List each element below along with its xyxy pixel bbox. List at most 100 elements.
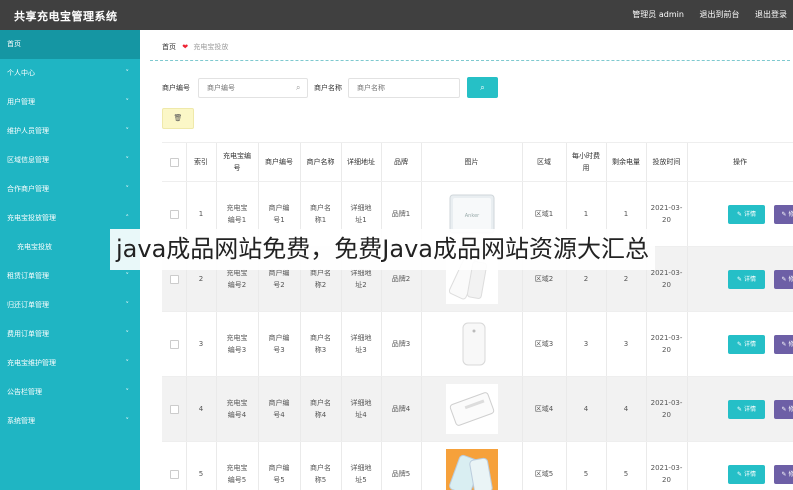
merchant-name-input[interactable]	[348, 78, 460, 98]
column-divider	[687, 312, 688, 376]
column-divider	[381, 312, 382, 376]
header-cell-label: 索引	[194, 158, 208, 166]
table-cell: 3	[606, 312, 646, 376]
sidebar-item[interactable]: 个人中心 ˅	[0, 59, 140, 88]
column-divider	[687, 377, 688, 441]
cell-merchant-name: 商户名称2	[310, 269, 331, 289]
edit-button[interactable]: ✎ 修改	[774, 205, 793, 224]
column-divider	[300, 312, 301, 376]
table-cell: 充电宝编号5	[216, 442, 258, 490]
table-cell: 详细地址3	[341, 312, 381, 376]
header-cell-label: 每小时费用	[572, 152, 600, 172]
cell-time: 2021-03-20	[650, 204, 683, 224]
trash-icon: 🗑	[173, 114, 183, 122]
logout-link[interactable]: 退出登录	[755, 10, 787, 19]
cell-code: 充电宝编号1	[226, 204, 248, 224]
column-divider	[687, 442, 688, 490]
edit-button[interactable]: ✎ 修改	[774, 335, 793, 354]
search-icon: ⌕	[296, 83, 301, 92]
table-cell: 4	[186, 377, 216, 441]
sidebar-item[interactable]: 用户管理 ˅	[0, 88, 140, 117]
table-cell: 区域4	[522, 377, 566, 441]
detail-button[interactable]: ✎ 详情	[728, 465, 765, 484]
header-cell: 品牌	[381, 143, 421, 181]
column-divider	[258, 442, 259, 490]
column-divider	[381, 377, 382, 441]
cell-address: 详细地址2	[350, 269, 372, 289]
cell-region: 区域4	[534, 405, 554, 413]
column-divider	[300, 442, 301, 490]
cell-index: 5	[198, 470, 204, 478]
row-checkbox[interactable]	[169, 404, 179, 414]
sidebar-item[interactable]: 充电宝维护管理 ˅	[0, 349, 140, 378]
table-cell: 商户编号4	[258, 377, 300, 441]
cell-battery: 2	[623, 275, 629, 283]
chevron-down-icon: ˅	[125, 69, 130, 77]
table-cell: 品牌3	[381, 312, 421, 376]
sidebar-item[interactable]: 费用订单管理 ˅	[0, 320, 140, 349]
exit-to-front-link[interactable]: 退出到前台	[699, 10, 739, 19]
row-checkbox[interactable]	[169, 209, 179, 219]
admin-user-link[interactable]: 管理员 admin	[632, 10, 684, 19]
column-divider	[341, 377, 342, 441]
column-divider	[522, 143, 523, 181]
column-divider	[216, 312, 217, 376]
breadcrumb-home[interactable]: 首页	[162, 43, 176, 51]
cell-fee: 5	[583, 470, 589, 478]
cell-region: 区域5	[534, 470, 554, 478]
power-bank-image	[445, 449, 498, 490]
sidebar-item-label: 系统管理	[7, 417, 35, 425]
sidebar-item[interactable]: 维护人员管理 ˅	[0, 117, 140, 146]
sidebar-item[interactable]: 归还订单管理 ˅	[0, 291, 140, 320]
sidebar-item[interactable]: 系统管理 ˅	[0, 407, 140, 436]
sidebar-item-label: 区域信息管理	[7, 156, 49, 164]
sidebar-item[interactable]: 首页	[0, 30, 140, 59]
sidebar-item[interactable]: 合作商户管理 ˅	[0, 175, 140, 204]
product-image-cell	[421, 312, 522, 376]
cell-merchant-name: 商户名称5	[310, 464, 331, 484]
column-divider	[421, 312, 422, 376]
table-cell: 5	[566, 442, 606, 490]
cell-brand: 品牌2	[391, 275, 411, 283]
watermark-overlay-text: java成品网站免费，免费Java成品网站资源大汇总	[110, 229, 655, 270]
header-cell-label: 商户名称	[306, 158, 335, 166]
detail-button[interactable]: ✎ 详情	[728, 335, 765, 354]
cell-brand: 品牌5	[391, 470, 411, 478]
edit-button[interactable]: ✎ 修改	[774, 465, 793, 484]
table-cell: 商户名称5	[300, 442, 341, 490]
cell-code: 充电宝编号2	[226, 269, 248, 289]
edit-button[interactable]: ✎ 修改	[774, 270, 793, 289]
chevron-down-icon: ˅	[125, 156, 130, 164]
sidebar-item[interactable]: 区域信息管理 ˅	[0, 146, 140, 175]
breadcrumb: 首页 ❤ 充电宝投放	[150, 38, 790, 61]
merchant-no-input[interactable]	[198, 78, 308, 98]
detail-button[interactable]: ✎ 详情	[728, 205, 765, 224]
detail-button[interactable]: ✎ 详情	[728, 270, 765, 289]
row-select-cell	[162, 312, 186, 376]
delete-button[interactable]: 🗑	[162, 108, 194, 129]
cell-merchant-no: 商户编号2	[268, 269, 290, 289]
header-cell-label: 详细地址	[347, 158, 375, 166]
chevron-down-icon: ˅	[125, 359, 130, 367]
product-image-cell	[421, 377, 522, 441]
column-divider	[606, 442, 607, 490]
product-image-cell	[421, 442, 522, 490]
sidebar-item-label: 个人中心	[7, 69, 35, 77]
header-cell-label: 投放时间	[652, 158, 681, 166]
detail-button[interactable]: ✎ 详情	[728, 400, 765, 419]
row-checkbox[interactable]	[169, 274, 179, 284]
row-checkbox[interactable]	[169, 339, 179, 349]
select-all-checkbox[interactable]	[169, 157, 179, 167]
edit-button[interactable]: ✎ 修改	[774, 400, 793, 419]
header-cell: 商户编号	[258, 143, 300, 181]
chevron-down-icon: ˅	[125, 330, 130, 338]
search-button[interactable]: ⌕	[467, 77, 498, 98]
data-table: 索引 充电宝编号 商户编号 商户名称 详细地址 品牌 图片 区域 每小时费用 剩余电量 投放时间 操作…	[162, 142, 793, 490]
column-divider	[606, 143, 607, 181]
table-row: 5 充电宝编号5 商户编号5 商户名称5 详细地址5 品牌5 区域5 5 5 2021-03-20…	[162, 442, 793, 490]
column-divider	[566, 312, 567, 376]
row-checkbox[interactable]	[169, 469, 179, 479]
header-cell: 商户名称	[300, 143, 341, 181]
sidebar-item[interactable]: 公告栏管理 ˅	[0, 378, 140, 407]
column-divider	[300, 143, 301, 181]
